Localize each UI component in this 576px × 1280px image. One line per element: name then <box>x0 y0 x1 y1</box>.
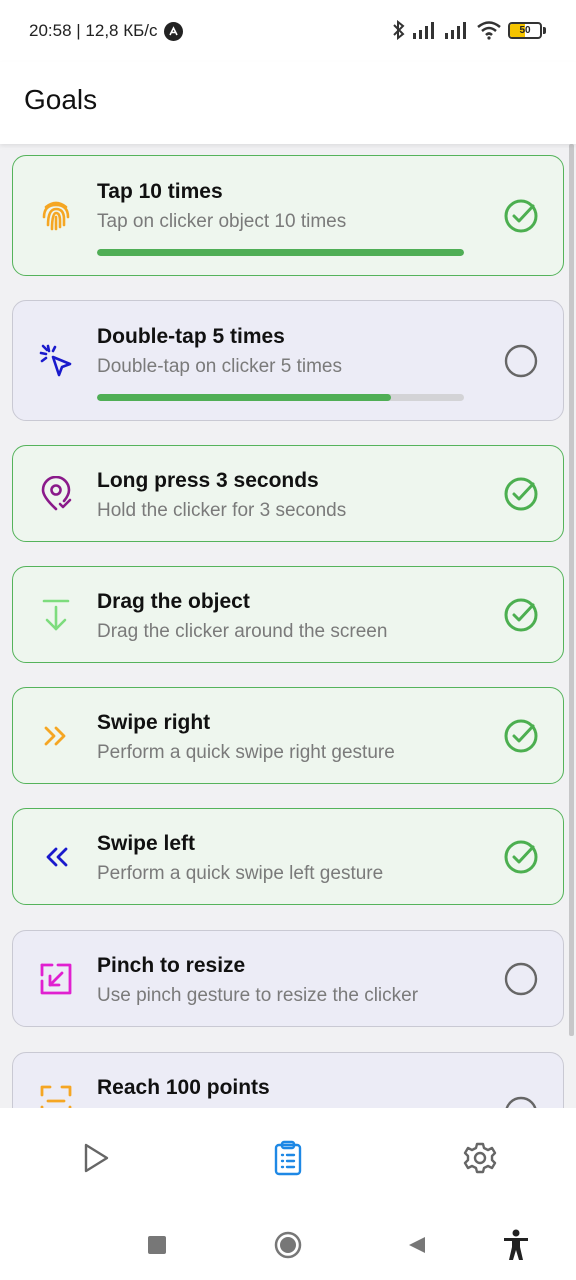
arrow-down-icon <box>37 596 75 634</box>
goal-description: Double-tap on clicker 5 times <box>97 356 342 377</box>
scrollbar[interactable] <box>569 144 574 1036</box>
fingerprint-icon <box>37 196 75 234</box>
goal-title: Swipe right <box>97 711 211 734</box>
play-icon <box>84 1143 109 1173</box>
app-bar: Goals <box>0 62 576 144</box>
goal-description: Tap on clicker object 10 times <box>97 211 347 232</box>
status-right: 50 <box>392 20 546 40</box>
battery-level: 50 <box>519 24 531 36</box>
goal-title: Long press 3 seconds <box>97 469 319 492</box>
battery-tip <box>543 26 546 34</box>
scan-icon <box>37 1082 75 1108</box>
goal-title: Drag the object <box>97 590 250 613</box>
home-button[interactable] <box>271 1228 305 1262</box>
status-left: 20:58 | 12,8 КБ/с <box>29 21 183 41</box>
pointer-click-icon <box>37 341 75 379</box>
empty-circle-icon <box>504 344 538 378</box>
goal-title: Double-tap 5 times <box>97 325 285 348</box>
check-circle-icon <box>504 598 538 632</box>
goal-card[interactable]: Pinch to resize Use pinch gesture to res… <box>12 930 564 1027</box>
status-time-speed: 20:58 | 12,8 КБ/с <box>29 21 158 40</box>
goal-title: Pinch to resize <box>97 954 246 977</box>
page-title: Goals <box>24 84 98 115</box>
goal-card[interactable]: Swipe left Perform a quick swipe left ge… <box>12 808 564 905</box>
resize-arrow-icon <box>37 960 75 998</box>
nav-settings-button[interactable] <box>460 1138 500 1178</box>
home-circle-icon <box>274 1231 302 1259</box>
goal-progress-bar <box>97 249 464 256</box>
goal-card[interactable]: Tap 10 times Tap on clicker object 10 ti… <box>12 155 564 276</box>
goal-description: Perform a quick swipe right gesture <box>97 742 395 763</box>
goal-description: Use pinch gesture to resize the clicker <box>97 985 419 1006</box>
bottom-nav <box>0 1108 576 1208</box>
nav-play-button[interactable] <box>76 1138 116 1178</box>
accessibility-icon <box>504 1229 528 1260</box>
check-circle-icon <box>504 719 538 753</box>
goal-description: Drag the clicker around the screen <box>97 621 388 642</box>
goals-list[interactable]: Tap 10 times Tap on clicker object 10 ti… <box>0 144 576 1108</box>
square-icon <box>148 1236 166 1254</box>
system-nav-bar <box>0 1208 576 1280</box>
location-check-icon <box>37 475 75 513</box>
goal-title: Swipe left <box>97 832 196 855</box>
empty-circle-icon <box>505 1096 537 1108</box>
goal-description: Hold the clicker for 3 seconds <box>97 500 347 521</box>
signal-icon <box>413 22 434 39</box>
goal-progress-fill <box>97 249 464 256</box>
recents-button[interactable] <box>140 1228 174 1262</box>
goal-title: Tap 10 times <box>97 180 223 203</box>
double-chevron-right-icon <box>37 717 75 755</box>
check-circle-icon <box>504 840 538 874</box>
goal-card[interactable]: Double-tap 5 times Double-tap on clicker… <box>12 300 564 421</box>
signal-icon-2 <box>445 22 466 39</box>
goal-card[interactable]: Long press 3 seconds Hold the clicker fo… <box>12 445 564 542</box>
goal-card[interactable]: Drag the object Drag the clicker around … <box>12 566 564 663</box>
accessibility-button[interactable] <box>499 1228 533 1262</box>
double-chevron-left-icon <box>37 838 75 876</box>
check-circle-icon <box>504 199 538 233</box>
bluetooth-icon <box>393 20 405 40</box>
gear-icon <box>463 1142 497 1174</box>
nav-goals-button[interactable] <box>268 1138 308 1178</box>
clipboard-list-icon <box>274 1140 302 1176</box>
check-circle-icon <box>504 477 538 511</box>
wifi-icon <box>477 21 501 40</box>
back-button[interactable] <box>400 1228 434 1262</box>
status-bar: 20:58 | 12,8 КБ/с 50 <box>0 0 576 62</box>
goal-progress-fill <box>97 394 391 401</box>
battery-icon: 50 <box>508 21 542 39</box>
empty-circle-icon <box>504 962 538 996</box>
network-activity-icon <box>163 21 183 41</box>
goal-progress-bar <box>97 394 464 401</box>
back-triangle-icon <box>409 1237 425 1253</box>
goal-description: Perform a quick swipe left gesture <box>97 863 384 884</box>
goal-card[interactable]: Reach 100 points <box>12 1052 564 1108</box>
goal-card[interactable]: Swipe right Perform a quick swipe right … <box>12 687 564 784</box>
goal-title: Reach 100 points <box>97 1076 270 1099</box>
